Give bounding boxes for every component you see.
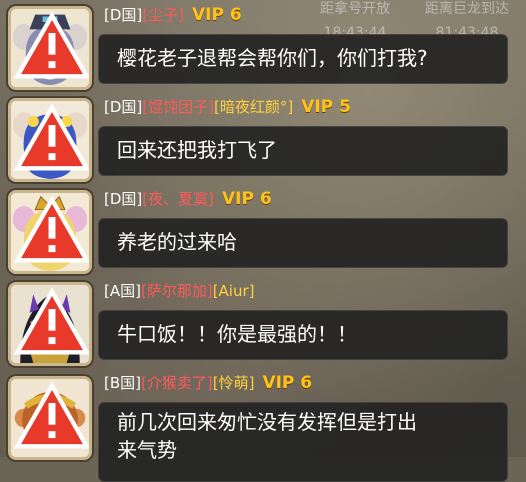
player-avatar[interactable]	[8, 6, 92, 90]
player-avatar[interactable]	[8, 376, 92, 460]
player-avatar[interactable]	[8, 98, 92, 182]
player-name[interactable]: [馄饨团子]	[142, 98, 214, 116]
server-tag: [A国]	[104, 282, 141, 300]
player-name[interactable]: [萨尔那加]	[141, 282, 213, 300]
vip-badge: VIP 6	[262, 373, 313, 393]
guild-tag: [暗夜红颜°]	[213, 98, 294, 116]
player-name[interactable]: [介猴卖了]	[141, 374, 213, 392]
player-name[interactable]: [夜、夏寞]	[142, 190, 214, 208]
message-bubble: 回来还把我打飞了	[98, 126, 508, 176]
sender-line: [A国][萨尔那加][Aiur]	[104, 280, 255, 302]
message-text: 樱花老子退帮会帮你们，你们打我?	[117, 46, 428, 70]
sender-line: [B国][介猴卖了][怜萌] VIP 6	[104, 372, 312, 394]
message-text: 前几次回来匆忙没有发挥但是打出	[117, 410, 417, 434]
server-tag: [D国]	[104, 190, 143, 208]
warning-icon	[13, 287, 89, 355]
message-bubble: 养老的过来哈	[98, 218, 508, 268]
sender-line: [D国][馄饨团子][暗夜红颜°] VIP 5	[104, 96, 351, 118]
message-text: 牛口饭！！你是最强的！！	[117, 322, 357, 346]
sender-line: [D国][尘子] VIP 6	[104, 4, 242, 26]
timer-right-title: 距离巨龙到达	[425, 1, 509, 17]
warning-icon	[13, 381, 89, 449]
server-tag: [B国]	[104, 374, 141, 392]
message-bubble: 牛口饭！！你是最强的！！	[98, 310, 508, 360]
warning-icon	[13, 195, 89, 263]
message-text-continued: 来气势	[117, 438, 177, 462]
player-name[interactable]: [尘子]	[142, 6, 184, 24]
message-text: 回来还把我打飞了	[117, 138, 277, 162]
vip-badge: VIP 6	[191, 5, 242, 25]
timer-left-title: 距拿号开放	[320, 1, 390, 17]
guild-tag: [Aiur]	[212, 282, 255, 300]
server-tag: [D国]	[104, 98, 143, 116]
warning-icon	[13, 103, 89, 171]
vip-badge: VIP 6	[221, 189, 272, 209]
guild-tag: [怜萌]	[212, 374, 255, 392]
sender-line: [D国][夜、夏寞] VIP 6	[104, 188, 272, 210]
message-text: 养老的过来哈	[117, 230, 237, 254]
message-bubble: 樱花老子退帮会帮你们，你们打我?	[98, 34, 508, 84]
message-bubble: 前几次回来匆忙没有发挥但是打出 来气势	[98, 402, 508, 482]
player-avatar[interactable]	[8, 190, 92, 274]
player-avatar[interactable]	[8, 282, 92, 366]
warning-icon	[13, 11, 89, 79]
vip-badge: VIP 5	[301, 97, 351, 117]
server-tag: [D国]	[104, 6, 143, 24]
